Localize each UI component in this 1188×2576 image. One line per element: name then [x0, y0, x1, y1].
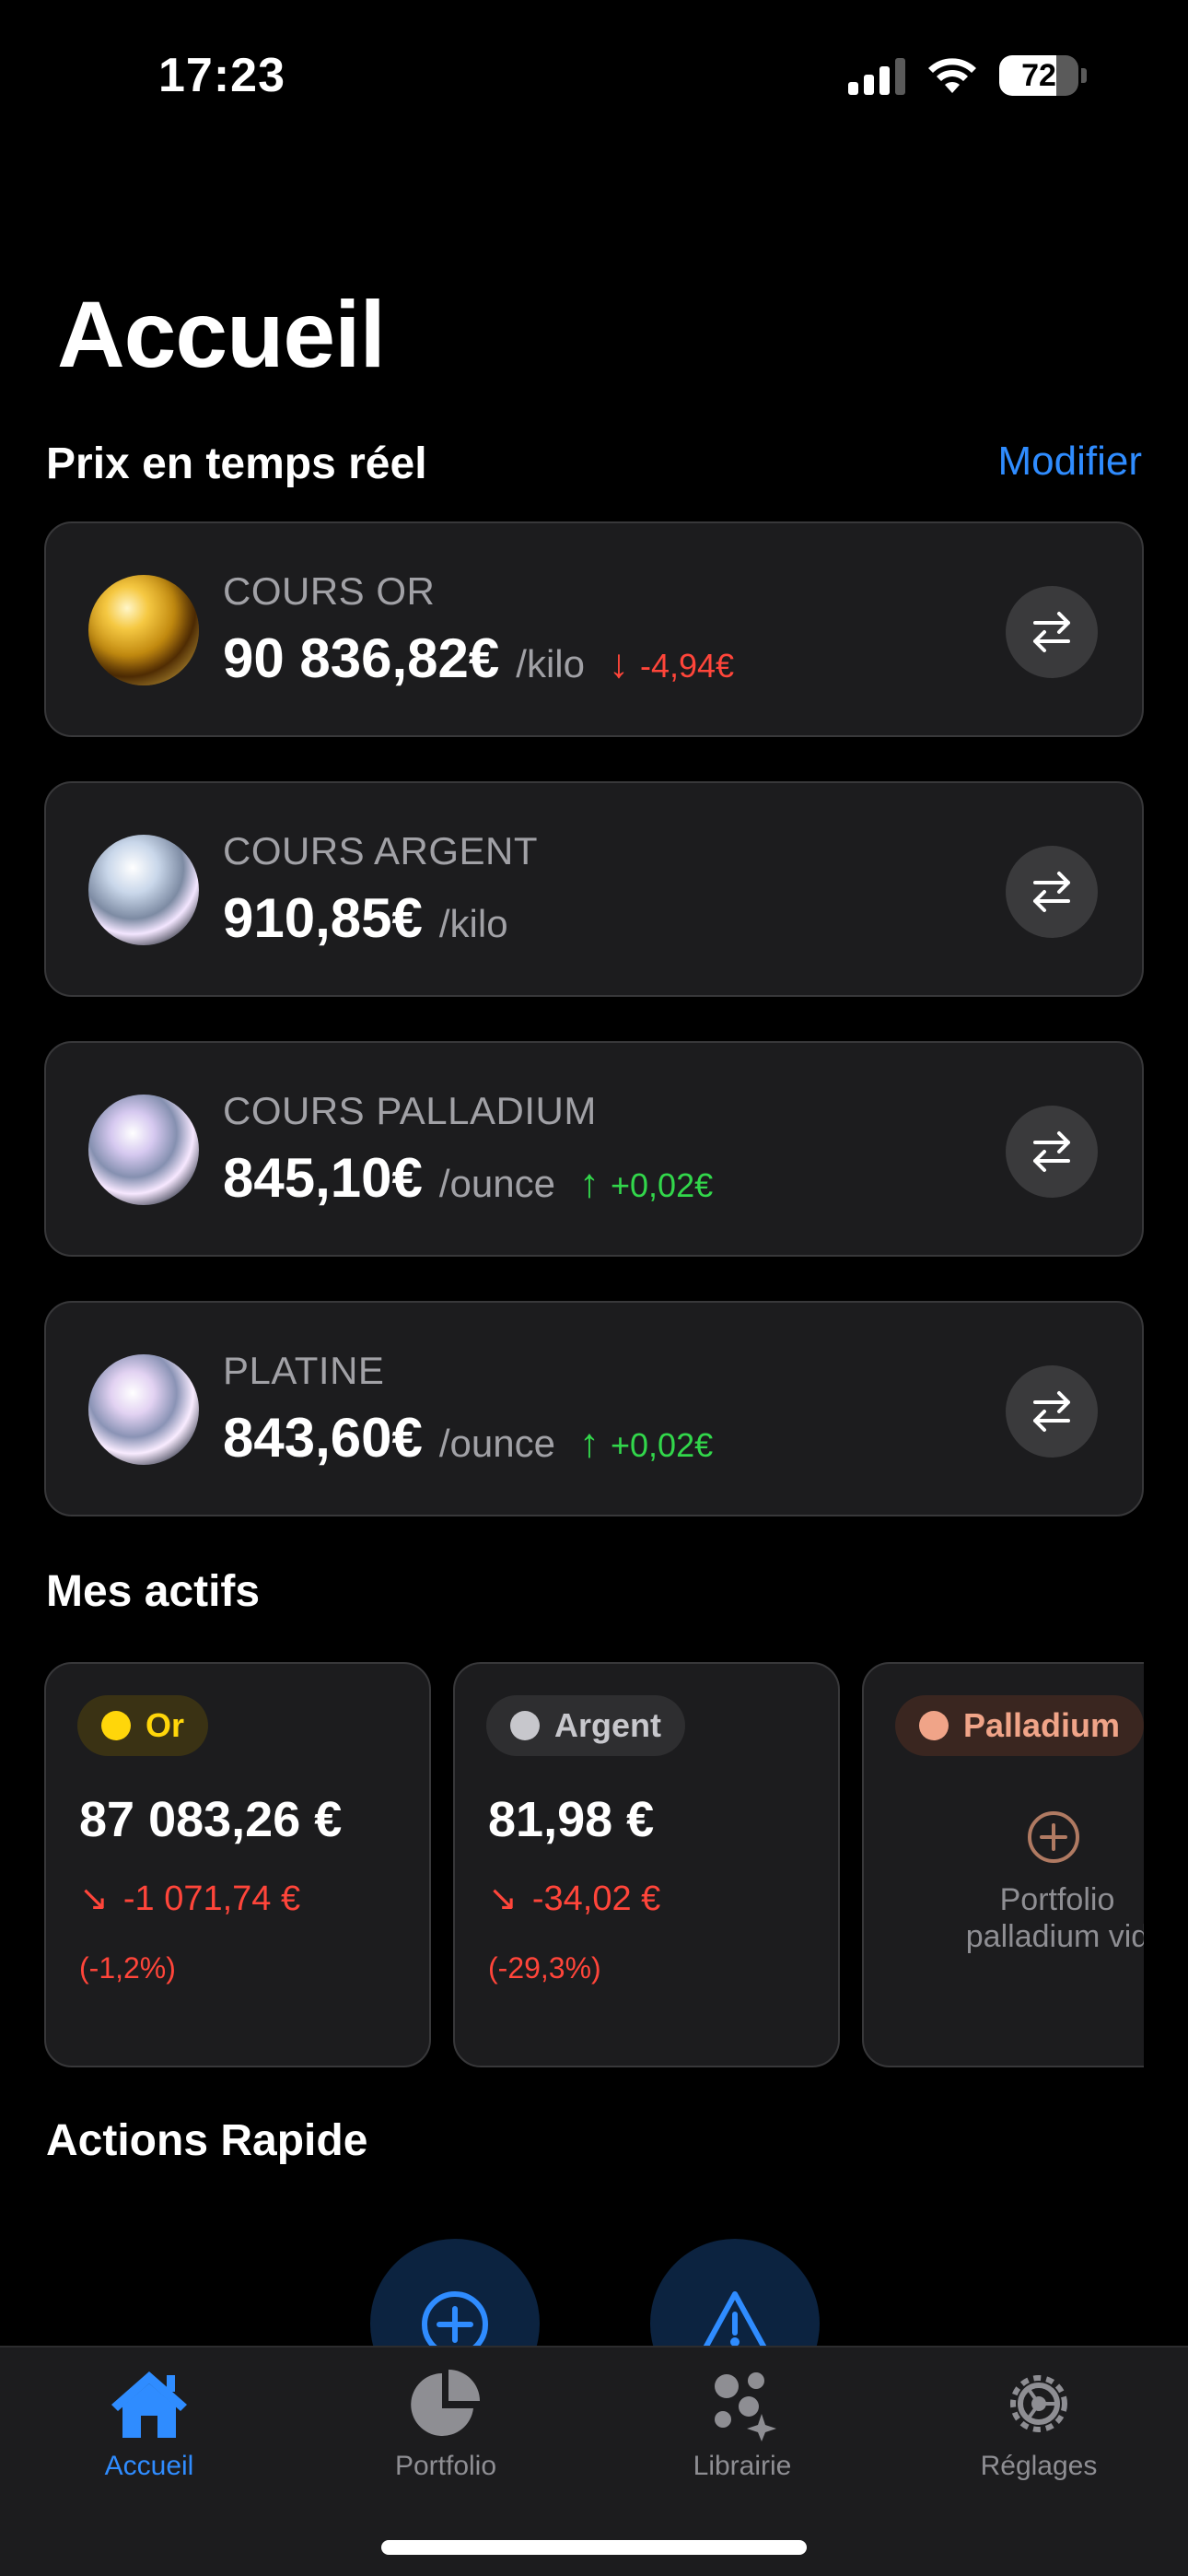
price-unit: /kilo	[516, 642, 585, 685]
actions-section-title: Actions Rapide	[46, 2116, 368, 2165]
assets-carousel[interactable]: Or 87 083,26 € ↘ -1 071,74 € (-1,2%) Arge…	[44, 1662, 1144, 2067]
status-bar: 17:23 72	[0, 0, 1188, 147]
platinum-sphere-icon	[88, 1354, 199, 1465]
empty-portfolio-text: Portfolio palladium vid	[965, 1882, 1144, 1954]
palladium-dot-icon	[919, 1711, 949, 1740]
asset-card-gold[interactable]: Or 87 083,26 € ↘ -1 071,74 € (-1,2%)	[44, 1662, 431, 2067]
price-unit: /kilo	[438, 902, 508, 945]
price-card-gold[interactable]: COURS OR 90 836,82€ /kilo ↓ -4,94€	[44, 521, 1144, 737]
tab-label: Librairie	[693, 2451, 792, 2481]
swap-button[interactable]	[1006, 586, 1098, 678]
asset-name: Or	[146, 1706, 185, 1744]
plus-circle-icon[interactable]	[1026, 1809, 1081, 1865]
arrows-swap-icon	[1033, 872, 1070, 912]
tab-label: Portfolio	[394, 2451, 497, 2481]
price-label: COURS PALLADIUM	[223, 1089, 597, 1132]
asset-change: ↘ -34,02 €	[488, 1878, 660, 1919]
tab-portfolio[interactable]: Portfolio	[344, 2366, 547, 2482]
price-value: 910,85€	[223, 887, 423, 949]
home-indicator	[381, 2540, 807, 2555]
arrow-down-right-icon: ↘	[79, 1879, 109, 1918]
price-change-value: +0,02€	[611, 1426, 714, 1464]
asset-name: Palladium	[963, 1706, 1121, 1744]
price-value: 843,60€	[223, 1407, 423, 1469]
arrows-swap-icon	[1033, 1391, 1070, 1432]
battery-level: 72	[1021, 58, 1056, 93]
arrow-up-icon: ↑	[579, 1421, 600, 1466]
price-change: ↑ +0,02€	[579, 1161, 713, 1207]
silver-dot-icon	[510, 1711, 540, 1740]
price-change: ↓ -4,94€	[609, 641, 734, 687]
palladium-sphere-icon	[88, 1095, 199, 1205]
asset-value: 81,98 €	[488, 1792, 655, 1847]
price-change-value: +0,02€	[611, 1166, 714, 1204]
price-unit: /ounce	[438, 1162, 555, 1205]
sparkles-icon	[715, 2372, 776, 2441]
status-time: 17:23	[158, 49, 285, 102]
price-label: COURS ARGENT	[223, 829, 539, 872]
price-change: ↑ +0,02€	[579, 1421, 713, 1467]
battery-icon: 72	[999, 55, 1087, 96]
page-title: Accueil	[57, 282, 386, 387]
tab-librairie[interactable]: Librairie	[641, 2366, 844, 2482]
asset-card-palladium[interactable]: Palladium Portfolio palladium vid	[862, 1662, 1144, 2067]
pie-chart-icon	[411, 2370, 480, 2436]
wifi-icon	[928, 58, 976, 93]
asset-chip: Or	[77, 1695, 209, 1756]
asset-percent: (-29,3%)	[488, 1951, 601, 1985]
swap-button[interactable]	[1006, 1106, 1098, 1198]
price-value: 845,10€	[223, 1147, 423, 1209]
price-unit: /ounce	[438, 1422, 555, 1465]
asset-chip: Argent	[486, 1695, 685, 1756]
prices-section-title: Prix en temps réel	[46, 439, 427, 488]
price-card-silver[interactable]: COURS ARGENT 910,85€ /kilo	[44, 781, 1144, 997]
cellular-signal-icon	[848, 56, 905, 95]
swap-button[interactable]	[1006, 846, 1098, 938]
price-label: COURS OR	[223, 569, 436, 613]
tab-reglages[interactable]: Réglages	[938, 2366, 1140, 2482]
status-icons: 72	[848, 55, 1087, 96]
asset-value: 87 083,26 €	[79, 1792, 343, 1847]
tab-label: Réglages	[980, 2451, 1098, 2481]
arrow-down-icon: ↓	[609, 641, 629, 686]
arrows-swap-icon	[1033, 612, 1070, 652]
arrow-down-right-icon: ↘	[488, 1879, 518, 1918]
silver-sphere-icon	[88, 835, 199, 945]
price-label: PLATINE	[223, 1349, 385, 1392]
asset-card-silver[interactable]: Argent 81,98 € ↘ -34,02 € (-29,3%)	[453, 1662, 840, 2067]
assets-section-title: Mes actifs	[46, 1567, 261, 1616]
price-card-platinum[interactable]: PLATINE 843,60€ /ounce ↑ +0,02€	[44, 1301, 1144, 1516]
tab-accueil[interactable]: Accueil	[48, 2366, 250, 2482]
asset-name: Argent	[554, 1706, 661, 1744]
asset-percent: (-1,2%)	[79, 1951, 176, 1985]
price-value: 90 836,82€	[223, 627, 500, 689]
arrows-swap-icon	[1033, 1131, 1070, 1172]
house-icon	[111, 2371, 187, 2438]
asset-chip: Palladium	[895, 1695, 1144, 1756]
asset-change-value: -1 071,74 €	[122, 1879, 301, 1918]
asset-change: ↘ -1 071,74 €	[79, 1878, 300, 1919]
gear-icon	[1010, 2375, 1067, 2432]
price-card-palladium[interactable]: COURS PALLADIUM 845,10€ /ounce ↑ +0,02€	[44, 1041, 1144, 1257]
arrow-up-icon: ↑	[579, 1161, 600, 1206]
asset-change-value: -34,02 €	[531, 1879, 661, 1918]
swap-button[interactable]	[1006, 1365, 1098, 1458]
modify-button[interactable]: Modifier	[998, 439, 1143, 485]
gold-dot-icon	[101, 1711, 131, 1740]
tab-label: Accueil	[104, 2451, 194, 2481]
gold-nugget-icon	[88, 575, 199, 685]
price-change-value: -4,94€	[640, 647, 735, 685]
